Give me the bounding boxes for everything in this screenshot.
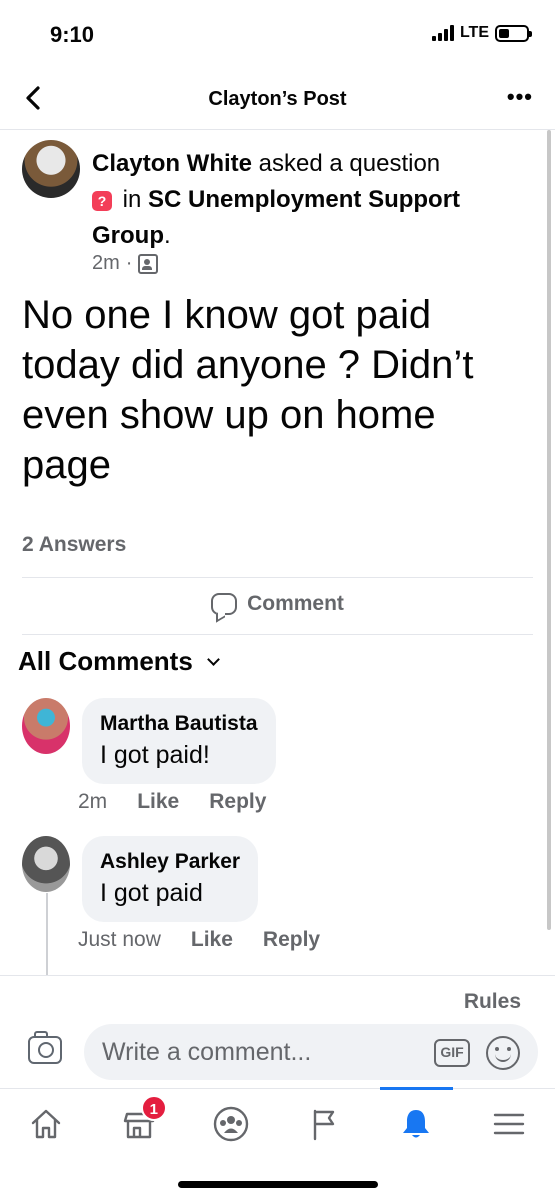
chevron-down-icon <box>206 653 220 666</box>
meta-separator: · <box>125 252 133 274</box>
comment-button[interactable]: Comment <box>0 592 555 616</box>
post-time[interactable]: 2m <box>92 252 120 275</box>
like-button[interactable]: Like <box>191 928 233 952</box>
comment-text: I got paid! <box>100 741 210 769</box>
group-suffix: . <box>164 222 171 249</box>
divider <box>22 634 533 635</box>
flag-icon <box>313 1109 334 1140</box>
signal-icon <box>431 25 454 41</box>
group-privacy-icon <box>138 253 159 274</box>
tab-pages[interactable] <box>278 1089 371 1158</box>
comment-input-placeholder[interactable]: Write a comment... <box>102 1038 311 1067</box>
comment-time: 2m <box>78 790 108 813</box>
comment-bubble[interactable]: Martha Bautista I got paid! <box>82 698 276 784</box>
camera-icon[interactable] <box>28 1031 62 1064</box>
nav-header: Clayton’s Post ••• <box>0 66 555 130</box>
comment-bubble[interactable]: Ashley Parker I got paid <box>82 836 259 922</box>
commenter-avatar[interactable] <box>22 836 70 892</box>
tab-marketplace[interactable]: 1 <box>93 1089 186 1158</box>
rules-link[interactable]: Rules <box>464 990 521 1014</box>
comment-actions: Just now Like Reply <box>78 928 320 952</box>
post-body: No one I know got paid today did anyone … <box>22 293 474 487</box>
network-label: LTE <box>459 24 489 41</box>
gif-button[interactable]: GIF <box>434 1039 470 1067</box>
like-button[interactable]: Like <box>137 790 179 814</box>
tab-menu[interactable] <box>463 1089 555 1158</box>
group-name[interactable]: SC Unemployment Support Group <box>92 186 460 249</box>
tab-home[interactable] <box>0 1089 93 1158</box>
comment-icon <box>211 593 238 615</box>
commenter-name[interactable]: Ashley Parker <box>100 848 240 876</box>
reply-button[interactable]: Reply <box>263 928 320 952</box>
tab-groups[interactable] <box>185 1089 278 1158</box>
scrollbar[interactable] <box>547 130 551 930</box>
status-indicators: LTE <box>431 24 532 42</box>
in-label: in <box>122 186 142 213</box>
home-icon <box>32 1109 61 1138</box>
answers-count[interactable]: 2 Answers <box>22 533 126 557</box>
status-time: 9:10 <box>50 22 95 47</box>
comments-filter-label: All Comments <box>18 646 193 676</box>
more-options-button[interactable]: ••• <box>507 84 533 110</box>
bell-icon <box>403 1109 430 1137</box>
home-indicator[interactable] <box>178 1181 378 1188</box>
question-icon: ? <box>92 190 112 211</box>
author-name[interactable]: Clayton White <box>92 150 252 177</box>
post-meta: Clayton White asked a question ? in SC U… <box>92 146 512 254</box>
reply-button[interactable]: Reply <box>209 790 266 814</box>
post-timestamp: 2m · <box>92 252 159 275</box>
status-bar: 9:10 LTE <box>0 0 555 66</box>
tab-notifications[interactable] <box>370 1087 463 1158</box>
comment-time: Just now <box>78 928 161 951</box>
menu-icon <box>493 1113 524 1134</box>
tab-bar: 1 <box>0 1087 555 1158</box>
comment-actions: 2m Like Reply <box>78 790 266 814</box>
divider <box>22 577 533 578</box>
emoji-icon[interactable] <box>486 1036 520 1070</box>
commenter-avatar[interactable] <box>22 698 70 754</box>
comment-button-label: Comment <box>247 592 344 615</box>
battery-icon <box>495 24 532 42</box>
post-action: asked a question <box>258 150 441 177</box>
comment-text: I got paid <box>100 879 203 907</box>
commenter-name[interactable]: Martha Bautista <box>100 710 258 738</box>
page-title: Clayton’s Post <box>208 88 347 110</box>
comment-composer: Rules Write a comment... GIF <box>0 975 555 1087</box>
reply-thread-line <box>46 893 48 975</box>
author-avatar[interactable] <box>22 140 80 198</box>
comments-filter[interactable]: All Comments <box>18 646 220 677</box>
groups-icon <box>214 1106 249 1141</box>
notification-badge: 1 <box>140 1095 167 1121</box>
